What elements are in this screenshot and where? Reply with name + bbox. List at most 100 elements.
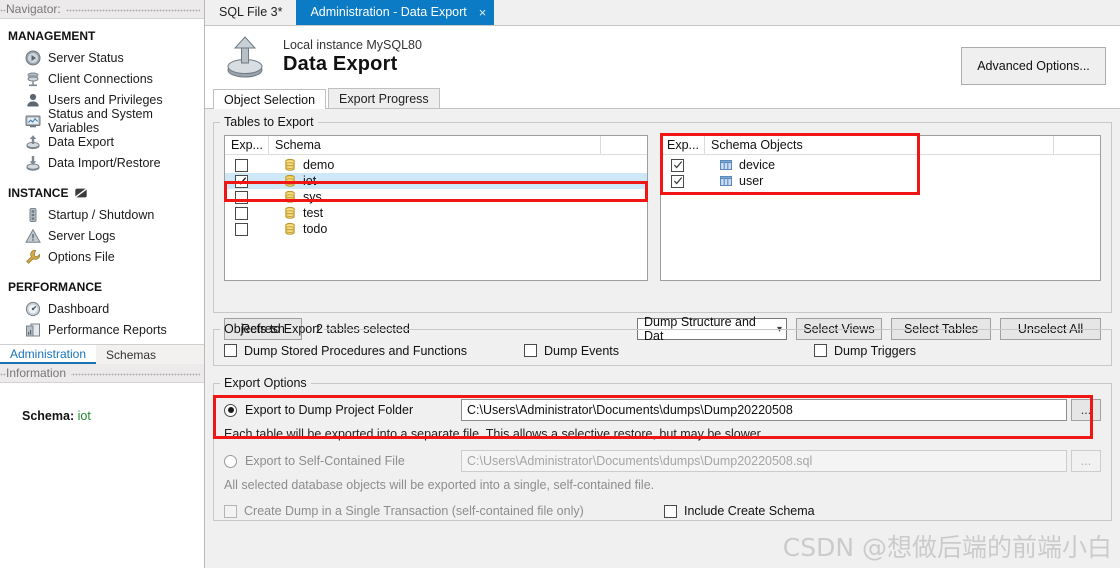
schema-checkbox[interactable]	[225, 206, 269, 220]
radio-dot	[227, 407, 234, 413]
schema-checkbox[interactable]	[225, 190, 269, 204]
checkbox-unchecked-icon	[224, 344, 237, 357]
nav-group-management-label: MANAGEMENT	[8, 29, 96, 43]
checkbox-label: Create Dump in a Single Transaction (sel…	[244, 504, 584, 518]
schema-info: Schema: iot	[0, 383, 204, 423]
sidebar-item-label: Dashboard	[48, 301, 110, 316]
schema-info-label: Schema:	[22, 409, 75, 423]
nav-group-performance-label: PERFORMANCE	[8, 280, 103, 294]
radio-dump-project-folder[interactable]	[224, 403, 237, 417]
objects-col-schema-objects: Schema Objects	[705, 135, 1054, 155]
schema-name-cell: iot	[269, 174, 316, 188]
information-caption-label: Information	[6, 366, 72, 380]
dump-project-folder-hint: Each table will be exported into a separ…	[224, 427, 764, 441]
tab-administration-data-export[interactable]: Administration - Data Export ×	[296, 0, 495, 25]
sidebar-item-server-logs[interactable]: Server Logs	[0, 225, 204, 246]
schema-name-cell: demo	[269, 158, 334, 172]
table-row[interactable]: todo	[225, 221, 647, 237]
radio-self-contained-file[interactable]	[224, 454, 237, 468]
create-dump-single-transaction-checkbox[interactable]: Create Dump in a Single Transaction (sel…	[224, 504, 664, 518]
data-import-icon	[25, 155, 41, 171]
objects-to-export-legend: Objects to Export	[224, 322, 320, 336]
csdn-watermark: CSDN @想做后端的前端小白	[782, 533, 1112, 562]
sidebar-tab-administration[interactable]: Administration	[0, 345, 97, 364]
sidebar-item-label: Users and Privileges	[48, 92, 163, 107]
schema-list-header: Exp... Schema	[225, 135, 647, 155]
performance-reports-icon	[25, 322, 41, 338]
dump-project-folder-value: C:\Users\Administrator\Documents\dumps\D…	[467, 403, 793, 417]
dump-stored-procedures-checkbox[interactable]: Dump Stored Procedures and Functions	[224, 344, 524, 358]
server-status-icon	[25, 50, 41, 66]
schema-name-cell: sys	[269, 190, 322, 204]
status-variables-icon	[25, 113, 41, 129]
schema-name: iot	[303, 174, 317, 188]
schema-name: todo	[303, 222, 328, 236]
browse-dump-folder-button[interactable]: ...	[1071, 399, 1101, 421]
list-item[interactable]: user	[661, 173, 1100, 189]
browse-self-contained-file-button: ...	[1071, 450, 1101, 472]
checkbox-unchecked-icon	[224, 504, 237, 518]
include-create-schema-checkbox[interactable]: Include Create Schema	[664, 504, 815, 518]
checkbox-unchecked-icon	[235, 158, 248, 172]
client-connections-icon	[25, 71, 41, 87]
database-icon	[283, 174, 297, 188]
database-icon	[283, 190, 297, 204]
tab-label: SQL File 3*	[219, 5, 283, 19]
object-checkbox[interactable]	[661, 158, 705, 172]
object-name: device	[739, 158, 776, 172]
schema-list[interactable]: Exp... Schema demo iot sys test todo	[224, 135, 648, 281]
database-icon	[283, 206, 297, 220]
sidebar-item-label: Data Export	[48, 134, 115, 149]
schema-col-export: Exp...	[225, 135, 269, 155]
export-to-dump-project-folder-row: Export to Dump Project Folder C:\Users\A…	[214, 399, 1111, 421]
objects-to-export-group: Objects to Export Dump Stored Procedures…	[213, 322, 1112, 366]
table-row[interactable]: sys	[225, 189, 647, 205]
sidebar-item-server-status[interactable]: Server Status	[0, 47, 204, 68]
table-row[interactable]: iot	[225, 173, 647, 189]
object-selection-pane: Tables to Export Exp... Schema demo iot …	[205, 109, 1120, 568]
sidebar-item-startup-shutdown[interactable]: Startup / Shutdown	[0, 204, 204, 225]
export-to-self-contained-file-row: Export to Self-Contained File C:\Users\A…	[214, 450, 1111, 472]
tab-export-progress[interactable]: Export Progress	[328, 88, 440, 108]
dump-events-checkbox[interactable]: Dump Events	[524, 344, 814, 358]
page-header-text: Local instance MySQL80 Data Export	[283, 38, 422, 76]
tab-sql-file-3[interactable]: SQL File 3*	[205, 0, 297, 25]
schema-name: test	[303, 206, 324, 220]
sidebar-item-client-connections[interactable]: Client Connections	[0, 68, 204, 89]
sidebar-item-data-import-restore[interactable]: Data Import/Restore	[0, 152, 204, 173]
tables-to-export-legend: Tables to Export	[224, 115, 314, 129]
database-icon	[283, 222, 297, 236]
schema-objects-list[interactable]: Exp... Schema Objects device user	[660, 135, 1101, 281]
sidebar-tab-schemas[interactable]: Schemas	[96, 345, 166, 364]
list-item[interactable]: device	[661, 157, 1100, 173]
sidebar-item-performance-reports[interactable]: Performance Reports	[0, 319, 204, 340]
sidebar-item-label: Performance Reports	[48, 322, 167, 337]
checkbox-label: Dump Stored Procedures and Functions	[244, 343, 468, 358]
export-options-group: Export Options Export to Dump Project Fo…	[213, 376, 1112, 521]
sidebar-item-label: Client Connections	[48, 71, 153, 86]
schema-checkbox[interactable]	[225, 222, 269, 236]
self-contained-file-input[interactable]: C:\Users\Administrator\Documents\dumps\D…	[461, 450, 1067, 472]
advanced-options-button[interactable]: Advanced Options...	[961, 47, 1106, 85]
checkbox-unchecked-icon	[235, 190, 248, 204]
sidebar-item-status-and-system-variables[interactable]: Status and System Variables	[0, 107, 204, 135]
sidebar-tab-label: Schemas	[106, 348, 157, 362]
schema-name: demo	[303, 158, 335, 172]
dump-project-folder-input[interactable]: C:\Users\Administrator\Documents\dumps\D…	[461, 399, 1067, 421]
table-row[interactable]: test	[225, 205, 647, 221]
tab-object-selection[interactable]: Object Selection	[213, 89, 327, 109]
schema-checkbox[interactable]	[225, 158, 269, 172]
object-checkbox[interactable]	[661, 174, 705, 188]
objects-list-header: Exp... Schema Objects	[661, 135, 1100, 155]
page-header: Local instance MySQL80 Data Export Advan…	[205, 26, 1120, 88]
schema-checkbox[interactable]	[225, 174, 269, 188]
sidebar-item-label: Server Status	[48, 50, 124, 65]
checkbox-label: Dump Triggers	[834, 343, 916, 358]
sidebar-item-dashboard[interactable]: Dashboard	[0, 298, 204, 319]
dump-triggers-checkbox[interactable]: Dump Triggers	[814, 344, 916, 358]
sidebar-item-options-file[interactable]: Options File	[0, 246, 204, 267]
table-row[interactable]: demo	[225, 157, 647, 173]
tab-label: Administration - Data Export	[310, 5, 467, 19]
close-icon[interactable]: ×	[479, 6, 487, 19]
